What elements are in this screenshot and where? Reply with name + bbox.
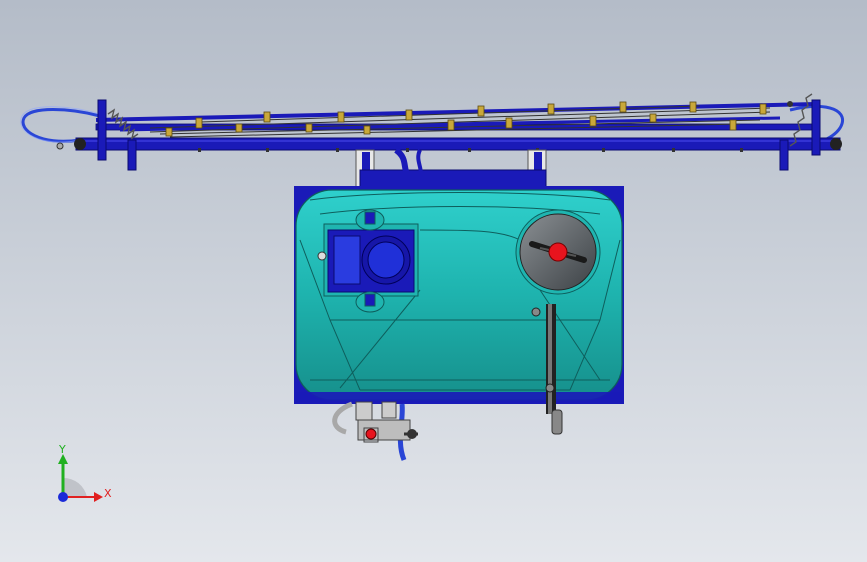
left-end-post xyxy=(97,99,107,161)
valve-assembly[interactable] xyxy=(332,401,418,461)
left-hose-loop xyxy=(21,108,101,143)
triad-x-label: X xyxy=(104,487,112,500)
valve-red-knob xyxy=(365,428,377,440)
left-pivot xyxy=(74,138,86,150)
right-end-post xyxy=(811,99,821,156)
axis-triad: Y X xyxy=(58,443,112,502)
spray-boom[interactable] xyxy=(20,93,844,171)
pump-box[interactable] xyxy=(317,223,419,297)
left-end-foot xyxy=(127,139,137,171)
triad-y-label: Y xyxy=(58,443,66,456)
reel-marker xyxy=(548,242,568,262)
right-end-foot xyxy=(779,139,789,171)
hose-reel[interactable] xyxy=(515,209,601,295)
cad-viewport[interactable]: Y X xyxy=(0,0,867,562)
triad-origin xyxy=(58,492,68,502)
boom-main-beam xyxy=(75,137,841,151)
mount-frame[interactable] xyxy=(355,147,547,193)
right-pivot xyxy=(830,138,842,150)
